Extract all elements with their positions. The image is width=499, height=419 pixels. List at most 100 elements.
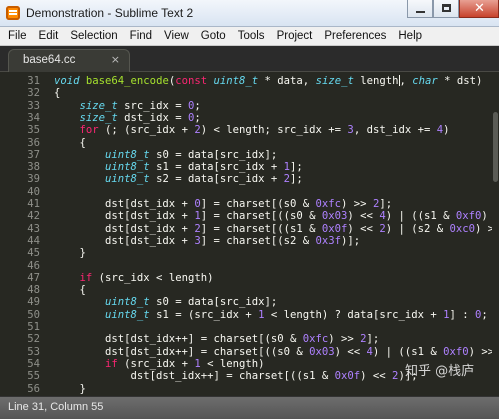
code-line[interactable]: 33 size_t src_idx = 0; [0, 100, 499, 112]
line-number: 36 [27, 136, 40, 149]
sublime-window: Demonstration - Sublime Text 2 ✕ File Ed… [0, 0, 499, 419]
code-line[interactable]: 40 [0, 186, 499, 198]
code-text: { [54, 87, 61, 100]
code-line[interactable]: 34 size_t dst_idx = 0; [0, 112, 499, 124]
code-text: { [54, 284, 86, 297]
code-line[interactable]: 31 void base64_encode(const uint8_t * dat… [0, 75, 499, 87]
menu-tools[interactable]: Tools [232, 30, 271, 42]
line-number: 46 [27, 259, 40, 272]
menu-project[interactable]: Project [271, 30, 319, 42]
code-line[interactable]: 46 [0, 260, 499, 272]
minimize-button[interactable] [407, 0, 433, 18]
code-line[interactable]: 41 dst[dst_idx + 0] = charset[(s0 & 0xfc… [0, 198, 499, 210]
minimize-icon [416, 11, 425, 13]
code-text: } [54, 247, 86, 260]
menu-edit[interactable]: Edit [33, 30, 65, 42]
window-title: Demonstration - Sublime Text 2 [26, 6, 194, 20]
code-line[interactable]: 45 } [0, 247, 499, 259]
line-number: 48 [27, 284, 40, 297]
sublime-app-icon [6, 6, 20, 20]
line-number: 42 [27, 210, 40, 223]
close-icon: ✕ [474, 1, 485, 16]
code-line[interactable]: 42 dst[dst_idx + 1] = charset[((s0 & 0x0… [0, 210, 499, 222]
menu-preferences[interactable]: Preferences [318, 30, 392, 42]
title-bar: Demonstration - Sublime Text 2 ✕ [0, 0, 499, 27]
code-line[interactable]: 51 [0, 321, 499, 333]
line-number: 49 [27, 296, 40, 309]
line-number: 44 [27, 234, 40, 247]
menu-goto[interactable]: Goto [195, 30, 232, 42]
line-number: 31 [27, 75, 40, 87]
code-line[interactable]: 56 } [0, 383, 499, 395]
code-text: uint8_t s0 = data[src_idx]; [105, 148, 278, 161]
line-number: 52 [27, 333, 40, 346]
code-text: if (src_idx < length) [79, 271, 214, 284]
code-editor[interactable]: 31 void base64_encode(const uint8_t * dat… [0, 72, 499, 396]
code-text: dst[dst_idx++] = charset[((s1 & 0x0f) <<… [54, 370, 418, 383]
cursor-position: Line 31, Column 55 [8, 401, 104, 413]
line-number: 45 [27, 247, 40, 260]
scrollbar-thumb[interactable] [493, 112, 498, 182]
code-line[interactable]: 36 { [0, 137, 499, 149]
maximize-button[interactable] [433, 0, 459, 18]
tab-label: base64.cc [23, 54, 76, 66]
menu-help[interactable]: Help [392, 30, 428, 42]
code-line[interactable]: 52 dst[dst_idx++] = charset[(s0 & 0xfc) … [0, 333, 499, 345]
line-number: 50 [27, 308, 40, 321]
menu-view[interactable]: View [158, 30, 195, 42]
code-line[interactable]: 37 uint8_t s0 = data[src_idx]; [0, 149, 499, 161]
code-text: uint8_t s1 = data[src_idx + 1]; [105, 161, 303, 174]
line-number: 56 [27, 382, 40, 395]
code-text: } [54, 382, 86, 395]
line-number: 34 [27, 111, 40, 124]
code-text: if (src_idx + 1 < length) [105, 357, 265, 370]
code-line[interactable]: 49 uint8_t s0 = data[src_idx]; [0, 296, 499, 308]
code-line[interactable]: 35 for (; (src_idx + 2) < length; src_id… [0, 124, 499, 136]
tab-close-icon[interactable]: × [111, 53, 120, 66]
watermark: 知乎 @栈庐 [405, 364, 475, 379]
code-text: { [54, 136, 86, 149]
line-number: 54 [27, 357, 40, 370]
line-number: 47 [27, 271, 40, 284]
code-line[interactable]: 43 dst[dst_idx + 2] = charset[((s1 & 0x0… [0, 223, 499, 235]
line-number: 43 [27, 222, 40, 235]
code-text: dst[dst_idx + 2] = charset[((s1 & 0x0f) … [54, 222, 499, 235]
code-text: uint8_t s2 = data[src_idx + 2]; [105, 173, 303, 186]
code-line[interactable]: 53 dst[dst_idx++] = charset[((s0 & 0x03)… [0, 346, 499, 358]
menu-find[interactable]: Find [124, 30, 158, 42]
vertical-scrollbar[interactable] [492, 72, 499, 396]
code-line[interactable]: 38 uint8_t s1 = data[src_idx + 1]; [0, 161, 499, 173]
code-text: dst[dst_idx + 3] = charset[(s2 & 0x3f)]; [54, 234, 361, 247]
code-line[interactable]: 48 { [0, 284, 499, 296]
menu-file[interactable]: File [0, 30, 33, 42]
code-text: uint8_t s1 = (src_idx + 1 < length) ? da… [105, 308, 488, 321]
line-number: 38 [27, 161, 40, 174]
window-controls: ✕ [407, 0, 499, 20]
code-text: for (; (src_idx + 2) < length; src_idx +… [79, 124, 450, 137]
line-number: 39 [27, 173, 40, 186]
line-number: 51 [27, 321, 40, 333]
menu-bar: File Edit Selection Find View Goto Tools… [0, 27, 499, 46]
code-text: dst[dst_idx++] = charset[(s0 & 0xfc) >> … [54, 333, 380, 346]
line-number: 35 [27, 124, 40, 137]
code-text: uint8_t s0 = data[src_idx]; [105, 296, 278, 309]
menu-selection[interactable]: Selection [64, 30, 123, 42]
code-line[interactable]: 32 { [0, 87, 499, 99]
code-line[interactable]: 39 uint8_t s2 = data[src_idx + 2]; [0, 173, 499, 185]
code-line[interactable]: 50 uint8_t s1 = (src_idx + 1 < length) ?… [0, 309, 499, 321]
line-number: 37 [27, 148, 40, 161]
code-text: dst[dst_idx + 0] = charset[(s0 & 0xfc) >… [54, 198, 393, 210]
code-text: void base64_encode(const uint8_t * data,… [54, 75, 483, 87]
code-text: dst[dst_idx + 1] = charset[((s0 & 0x03) … [54, 210, 499, 223]
line-number: 41 [27, 198, 40, 210]
line-number: 40 [27, 185, 40, 198]
close-button[interactable]: ✕ [459, 0, 499, 18]
tab-bar: base64.cc × [0, 46, 499, 72]
code-line[interactable]: 44 dst[dst_idx + 3] = charset[(s2 & 0x3f… [0, 235, 499, 247]
line-number: 53 [27, 345, 40, 358]
code-text: size_t src_idx = 0; [79, 99, 201, 112]
code-text: size_t dst_idx = 0; [79, 111, 201, 124]
tab-base64-cc[interactable]: base64.cc × [8, 49, 130, 72]
code-line[interactable]: 47 if (src_idx < length) [0, 272, 499, 284]
line-number: 32 [27, 87, 40, 100]
